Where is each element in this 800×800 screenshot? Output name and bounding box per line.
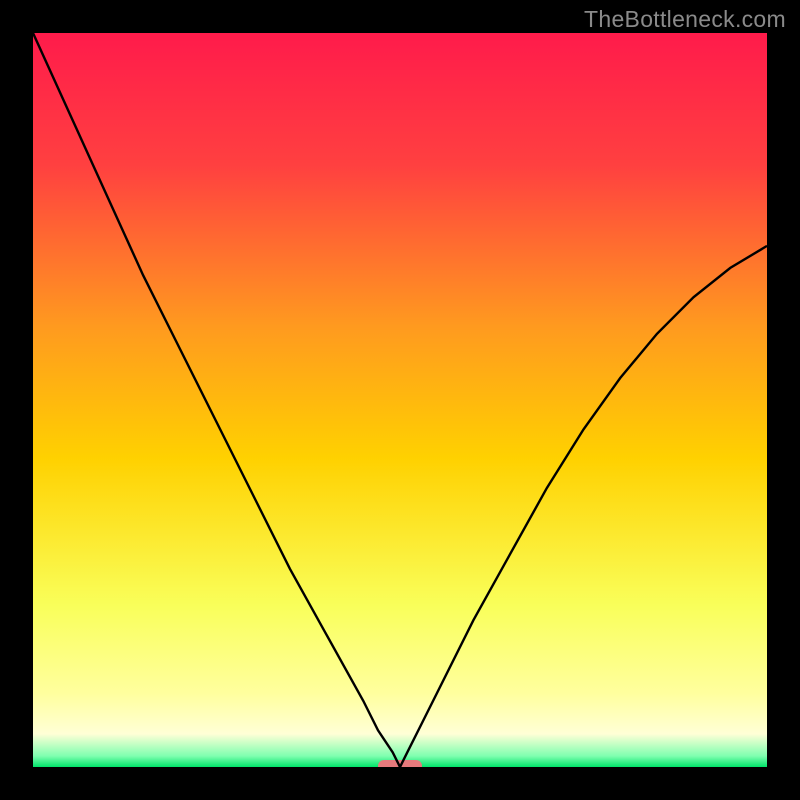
gradient-plot-area (33, 33, 767, 767)
watermark-text: TheBottleneck.com (584, 6, 786, 33)
bottleneck-chart (0, 0, 800, 800)
chart-root: TheBottleneck.com (0, 0, 800, 800)
